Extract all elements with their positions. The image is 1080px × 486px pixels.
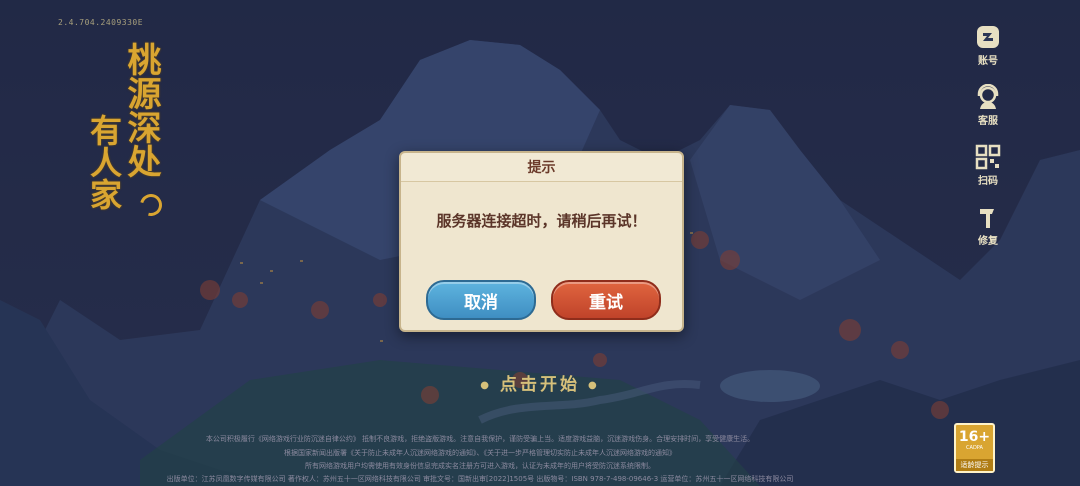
logo-text-line2: 有人家 bbox=[85, 114, 123, 210]
footer-line-1: 本公司积极履行《网络游戏行业防沉迷自律公约》 抵制不良游戏，拒绝盗版游戏。注意自… bbox=[205, 435, 755, 443]
dialog-title: 提示 bbox=[527, 160, 556, 176]
customer-service-icon bbox=[977, 84, 999, 109]
footer-line-4: 出版单位：江苏凤凰数字传媒有限公司 著作权人：苏州五十一区网络科技有限公司 审批… bbox=[166, 475, 794, 483]
repair-label: 修复 bbox=[978, 236, 998, 247]
age-rating-tip: 适龄提示 bbox=[956, 459, 993, 471]
qr-scan-icon bbox=[975, 144, 1001, 170]
qr-scan-button[interactable]: 扫码 bbox=[968, 144, 1008, 187]
account-label: 账号 bbox=[978, 56, 998, 67]
side-menu: 账号 客服 扫码 修复 bbox=[968, 24, 1008, 264]
start-dot-right-icon: ● bbox=[588, 379, 600, 391]
footer-line-3: 所有网络游戏用户均需使用有效身份信息完成实名注册方可进入游戏，认证为未成年的用户… bbox=[305, 462, 655, 470]
version-label: 2.4.704.2409330E bbox=[58, 18, 144, 27]
age-rating-number: 16+ bbox=[958, 429, 991, 445]
alert-dialog: 提示 服务器连接超时，请稍后再试！ 取消 重试 bbox=[399, 151, 684, 332]
customer-service-button[interactable]: 客服 bbox=[968, 84, 1008, 127]
dialog-message: 服务器连接超时，请稍后再试！ bbox=[436, 212, 647, 230]
qr-scan-label: 扫码 bbox=[978, 176, 998, 187]
start-label: 点击开始 bbox=[500, 375, 580, 395]
logo-text-line1: 桃源深处 bbox=[121, 42, 161, 178]
footer-line-2: 根据国家新闻出版署《关于防止未成年人沉迷网络游戏的通知》、《关于进一步严格管理切… bbox=[284, 449, 676, 457]
logo-sun-icon bbox=[135, 189, 167, 221]
age-rating-badge[interactable]: 16+ CADPA 适龄提示 bbox=[954, 423, 995, 473]
customer-service-label: 客服 bbox=[978, 116, 998, 127]
repair-button[interactable]: 修复 bbox=[968, 204, 1008, 247]
repair-hammer-icon bbox=[980, 209, 994, 228]
cancel-button[interactable]: 取消 bbox=[426, 280, 536, 320]
account-button[interactable]: 账号 bbox=[968, 24, 1008, 67]
age-rating-org: CADPA bbox=[966, 445, 983, 451]
start-dot-left-icon: ● bbox=[480, 379, 492, 391]
retry-button[interactable]: 重试 bbox=[551, 280, 661, 320]
tap-to-start[interactable]: ● 点击开始 ● bbox=[0, 370, 1080, 395]
account-icon bbox=[977, 26, 999, 48]
dialog-header: 提示 bbox=[401, 153, 682, 182]
game-logo: 桃源深处 有人家 bbox=[85, 42, 178, 242]
